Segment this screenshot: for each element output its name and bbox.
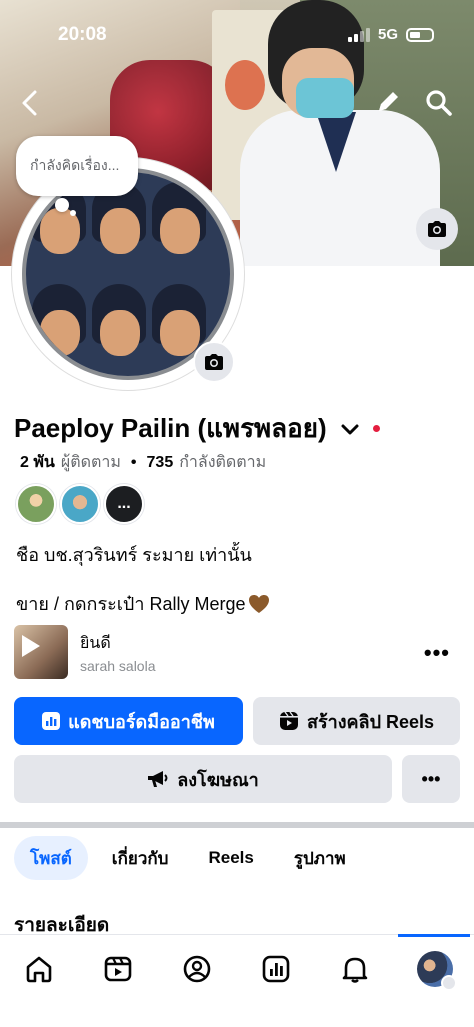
stats-separator: • [130, 453, 137, 471]
friends-avatars[interactable]: ... [16, 484, 144, 524]
professional-dashboard-button[interactable]: แดชบอร์ดมืออาชีพ [14, 697, 243, 745]
music-artist: sarah salola [80, 657, 156, 674]
friend-avatar[interactable] [16, 484, 56, 524]
bio-line-1: ชือ บช.สุวรินทร์ ระมาย เท่านั้น [16, 545, 252, 565]
dashboard-icon [42, 712, 61, 730]
cover-person-mask [296, 78, 354, 118]
advertise-button[interactable]: ลงโฆษณา [14, 755, 392, 803]
play-icon [22, 635, 40, 657]
camera-icon [205, 354, 223, 370]
signal-icon [347, 27, 370, 42]
bottom-navigation [0, 934, 474, 1027]
nav-dashboard[interactable] [251, 947, 301, 991]
nav-notifications[interactable] [330, 947, 380, 991]
nav-active-indicator [398, 934, 470, 937]
network-label: 5G [377, 26, 398, 43]
profile-music[interactable]: ยินดี sarah salola ••• [14, 624, 460, 680]
tab-about[interactable]: เกี่ยวกับ [96, 836, 185, 880]
home-icon [26, 956, 52, 983]
reels-icon [279, 711, 298, 730]
notification-dot [372, 425, 380, 432]
friends-more-button[interactable]: ... [104, 484, 144, 524]
profile-tabs: โพสต์ เกี่ยวกับ Reels รูปภาพ [14, 836, 362, 880]
profile-stats: 2 พัน ผู้ติดตาม • 735 กำลังติดตาม [20, 450, 266, 475]
cover-camera-button[interactable] [416, 208, 458, 250]
avatar-photo-tile [88, 274, 148, 374]
thought-bubble-dot [70, 210, 76, 216]
thought-bubble[interactable]: กำลังคิดเรื่อง... [16, 136, 138, 196]
nav-home[interactable] [14, 947, 64, 991]
nav-profile-menu[interactable] [410, 947, 460, 991]
music-title: ยินดี [80, 634, 111, 652]
music-more-button[interactable]: ••• [424, 640, 450, 666]
video-icon [104, 956, 132, 982]
chevron-down-icon[interactable] [339, 418, 361, 440]
bio-line-2: ขาย / กดกระเป๋า Rally Merge [16, 589, 270, 618]
nav-video[interactable] [93, 947, 143, 991]
search-icon[interactable] [424, 88, 454, 118]
thought-bubble-dot [55, 198, 69, 212]
battery-icon [406, 27, 434, 42]
camera-icon [428, 221, 446, 237]
tab-reels[interactable]: Reels [192, 836, 269, 880]
more-actions-button[interactable]: ••• [402, 755, 460, 803]
tab-photos[interactable]: รูปภาพ [278, 836, 362, 880]
following-label[interactable]: กำลังติดตาม [179, 450, 266, 475]
menu-badge-icon [441, 975, 457, 991]
friends-icon [183, 955, 211, 983]
advertise-label: ลงโฆษณา [177, 769, 259, 790]
status-indicators: 5G [347, 26, 434, 43]
profile-name: Paeploy Pailin (แพรพลอย) [14, 413, 327, 443]
megaphone-icon [148, 771, 168, 787]
tab-posts[interactable]: โพสต์ [14, 836, 88, 880]
music-thumbnail[interactable] [14, 625, 68, 679]
section-divider [0, 822, 474, 828]
brown-heart-icon [248, 594, 269, 613]
followers-count[interactable]: 2 พัน [20, 450, 55, 475]
nav-friends[interactable] [172, 947, 222, 991]
followers-label[interactable]: ผู้ติดตาม [61, 450, 121, 475]
avatar-photo-tile [28, 274, 88, 374]
cover-board-graphic [225, 60, 265, 110]
avatar-photo-tile [148, 172, 208, 272]
following-count[interactable]: 735 [147, 454, 174, 472]
profile-name-row: Paeploy Pailin (แพรพลอย) [14, 408, 380, 449]
bell-icon [342, 957, 368, 983]
avatar-camera-button[interactable] [193, 341, 235, 383]
status-time: 20:08 [58, 24, 107, 45]
back-icon[interactable] [16, 88, 44, 118]
create-reels-label: สร้างคลิป Reels [306, 711, 435, 732]
dashboard-icon [262, 955, 290, 983]
profile-menu-icon [417, 951, 457, 991]
bio-line-2-text: ขาย / กดกระเป๋า Rally Merge [16, 594, 246, 614]
create-reels-button[interactable]: สร้างคลิป Reels [253, 697, 460, 745]
edit-pencil-icon[interactable] [374, 88, 402, 116]
friend-avatar[interactable] [60, 484, 100, 524]
dashboard-label: แดชบอร์ดมืออาชีพ [68, 711, 215, 732]
